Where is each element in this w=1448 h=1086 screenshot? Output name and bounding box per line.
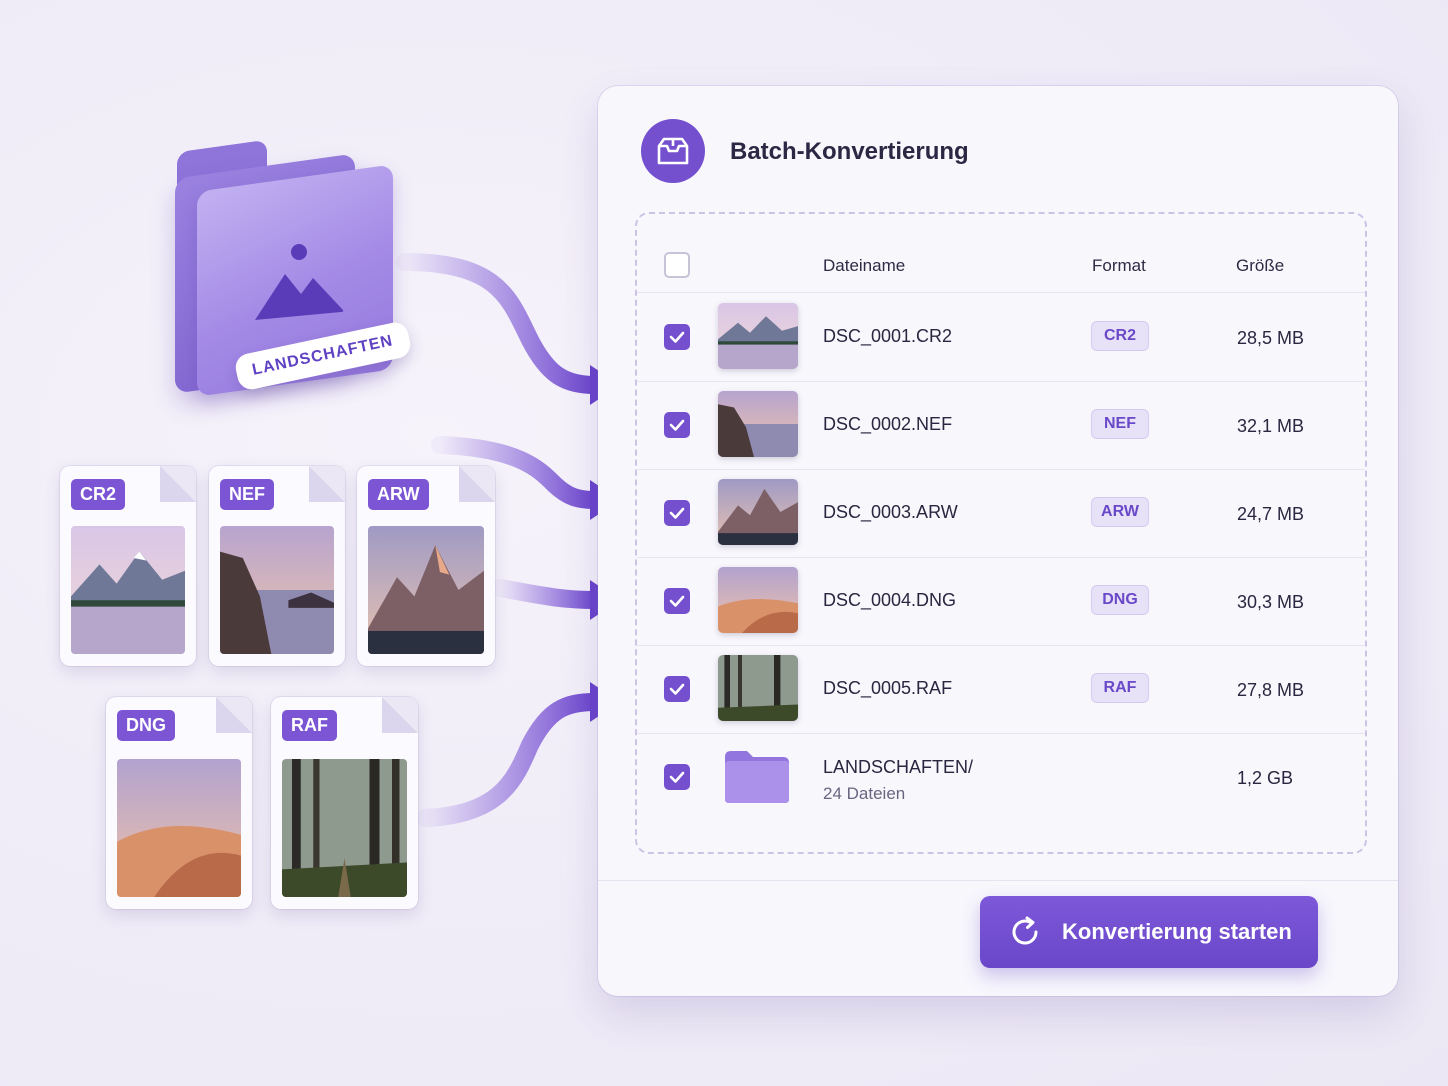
start-conversion-label: Konvertierung starten (1062, 919, 1292, 944)
table-row[interactable]: DSC_0002.NEF NEF 32,1 MB (637, 381, 1365, 470)
format-badge: CR2 (1091, 321, 1149, 351)
start-conversion-button[interactable]: Konvertierung starten (980, 896, 1318, 968)
folder-row[interactable]: LANDSCHAFTEN/ 24 Dateien 1,2 GB (637, 733, 1365, 821)
row-checkbox[interactable] (664, 676, 690, 702)
arrow-arw (491, 579, 604, 609)
thumbnail-desert-dunes (718, 567, 798, 633)
panel-title: Batch-Konvertierung (730, 138, 969, 165)
column-header-name[interactable]: Dateiname (823, 256, 905, 276)
photo-forest-path (282, 759, 407, 897)
thumbnail-lake-mountains (718, 303, 798, 369)
format-badge: RAF (1091, 673, 1149, 703)
format-badge: ARW (368, 479, 429, 510)
column-header-size[interactable]: Größe (1236, 256, 1284, 276)
file-card-raf: RAF (271, 697, 418, 909)
file-name: DSC_0002.NEF (823, 414, 953, 434)
row-checkbox[interactable] (664, 764, 690, 790)
file-size: 27,8 MB (1237, 680, 1305, 700)
folder-icon (725, 751, 789, 803)
file-card-dng: DNG (106, 697, 252, 909)
row-checkbox[interactable] (664, 588, 690, 614)
format-badge: DNG (1091, 585, 1149, 615)
format-badge: DNG (117, 710, 175, 741)
arrow-raf (416, 693, 604, 827)
photo-desert-dunes (117, 759, 241, 897)
folder-name: LANDSCHAFTEN/ (823, 757, 974, 777)
batch-conversion-panel: Batch-Konvertierung Dateiname Format Grö… (598, 86, 1398, 996)
row-checkbox[interactable] (664, 324, 690, 350)
file-card-arw: ARW (357, 466, 495, 666)
row-checkbox[interactable] (664, 500, 690, 526)
table-row[interactable]: DSC_0001.CR2 CR2 28,5 MB (637, 293, 1365, 382)
file-dropzone[interactable]: Dateiname Format Größe DSC_0001.CR2 CR2 … (635, 212, 1367, 854)
format-badge: RAF (282, 710, 337, 741)
file-card-cr2: CR2 (60, 466, 196, 666)
photo-rocky-coast (220, 526, 334, 654)
table-row[interactable]: DSC_0005.RAF RAF 27,8 MB (637, 645, 1365, 734)
format-badge: NEF (1091, 409, 1149, 439)
thumbnail-forest-path (718, 655, 798, 721)
select-all-checkbox[interactable] (664, 252, 690, 278)
file-name: DSC_0001.CR2 (823, 326, 953, 346)
file-size: 32,1 MB (1237, 416, 1305, 436)
table-row[interactable]: DSC_0003.ARW ARW 24,7 MB (637, 469, 1365, 558)
photo-lake-mountains (71, 526, 185, 654)
file-name: DSC_0004.DNG (823, 590, 957, 610)
file-size: 24,7 MB (1237, 504, 1305, 524)
thumbnail-peaks (718, 479, 798, 545)
image-folder-icon (255, 244, 344, 320)
format-badge: ARW (1091, 497, 1149, 527)
arrow-folder (396, 253, 604, 394)
folder-file-count: 24 Dateien (823, 784, 906, 803)
file-name: DSC_0003.ARW (823, 502, 958, 522)
column-header-format[interactable]: Format (1092, 256, 1146, 276)
inbox-box-icon (641, 119, 705, 183)
refresh-icon (1012, 916, 1038, 945)
format-badge: NEF (220, 479, 274, 510)
photo-peaks (368, 526, 484, 654)
file-size: 30,3 MB (1237, 592, 1305, 612)
file-name: DSC_0005.RAF (823, 678, 953, 698)
thumbnail-rocky-coast (718, 391, 798, 457)
format-badge: CR2 (71, 479, 126, 510)
folder-size: 1,2 GB (1237, 768, 1294, 788)
folder-illustration: LANDSCHAFTEN (165, 138, 413, 398)
row-checkbox[interactable] (664, 412, 690, 438)
file-size: 28,5 MB (1237, 328, 1305, 348)
table-header: Dateiname Format Größe (637, 214, 1365, 293)
table-row[interactable]: DSC_0004.DNG DNG 30,3 MB (637, 557, 1365, 646)
file-card-nef: NEF (209, 466, 345, 666)
panel-divider (598, 880, 1398, 881)
